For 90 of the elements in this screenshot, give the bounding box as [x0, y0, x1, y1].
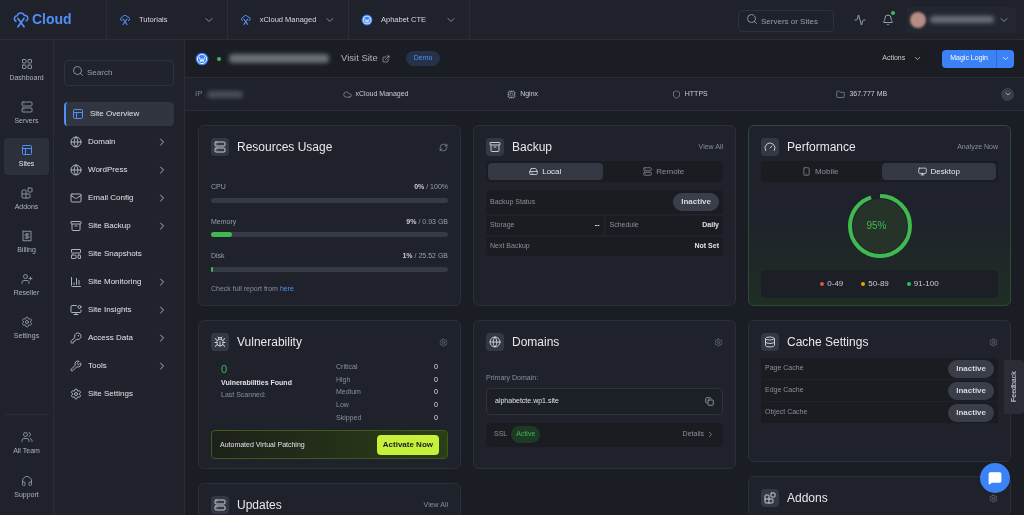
expand-button[interactable]	[1001, 87, 1014, 101]
card-title: Vulnerability	[237, 334, 302, 351]
status-pill: Inactive	[948, 381, 994, 400]
site-nav-item[interactable]: Domain	[64, 129, 174, 154]
chevron-down-icon	[913, 54, 923, 63]
activity-icon[interactable]	[854, 13, 866, 26]
score-text: 95%	[866, 220, 887, 232]
legend-label: 0-49	[827, 278, 844, 290]
legend-label: 50-89	[868, 278, 889, 290]
magic-login-menu-button[interactable]	[996, 49, 1014, 68]
monitor-icon	[70, 303, 82, 316]
site-nav-item[interactable]: Site Monitoring	[64, 269, 174, 294]
mail-icon	[70, 191, 82, 204]
settings-icon	[20, 315, 33, 328]
backup-tab[interactable]: Remote	[606, 163, 721, 180]
device-tab[interactable]: Mobile	[763, 163, 878, 180]
card-title: Performance	[787, 139, 856, 156]
wordpress-icon	[195, 51, 209, 66]
hard-drive-icon	[529, 167, 539, 176]
chevron-down-icon	[1003, 90, 1012, 98]
chat-icon	[988, 471, 1002, 485]
search-icon	[72, 65, 84, 77]
server-icon	[643, 167, 653, 176]
visit-site-link[interactable]: Visit Site	[341, 51, 390, 66]
card-title: Addons	[787, 490, 828, 507]
server-icon	[20, 100, 33, 113]
site-nav-item[interactable]: Site Overview	[64, 101, 174, 126]
blurred-user-name	[930, 16, 994, 23]
chevron-down-icon	[1001, 54, 1010, 63]
headphones-icon	[20, 475, 33, 488]
phone-icon	[801, 167, 811, 176]
card-title: Backup	[512, 139, 553, 156]
card-title: Domains	[512, 334, 560, 351]
archive-icon	[70, 219, 82, 232]
legend-label: 91-100	[913, 278, 939, 290]
shield-icon	[671, 89, 681, 99]
site-nav-item[interactable]: Email Config	[64, 185, 174, 210]
users-icon	[20, 431, 33, 444]
servers-search-field[interactable]: Servers or Sites	[738, 10, 834, 33]
window-icon	[72, 107, 84, 120]
status-pill: Inactive	[673, 193, 719, 211]
user-menu[interactable]	[906, 6, 1016, 33]
site-nav-item[interactable]: Access Data	[64, 325, 174, 350]
folder-icon	[836, 89, 846, 99]
window-icon	[20, 143, 33, 156]
status-pill: Inactive	[948, 403, 994, 422]
brand-name: Cloud	[32, 10, 72, 29]
globe-icon	[70, 135, 82, 148]
card-title: Cache Settings	[787, 334, 869, 351]
blurred-ip-address	[206, 90, 243, 98]
ip-label: IP	[195, 88, 203, 100]
device-tab[interactable]: Desktop	[881, 163, 996, 180]
activate-now-button[interactable]: Activate Now	[376, 434, 439, 455]
grid-icon	[20, 57, 33, 70]
monitor-icon	[917, 167, 927, 176]
chip-icon	[507, 89, 517, 99]
site-nav-item[interactable]: Tools	[64, 353, 174, 378]
user-plus-icon	[20, 272, 33, 285]
card-title: Updates	[237, 497, 282, 514]
backup-tab[interactable]: Local	[488, 163, 603, 180]
copy-icon[interactable]	[705, 396, 714, 406]
receipt-icon	[20, 229, 33, 242]
refresh-icon[interactable]	[439, 142, 448, 152]
wordpress-icon	[361, 13, 373, 26]
settings-icon	[70, 387, 82, 400]
chat-button[interactable]	[980, 463, 1010, 493]
external-link-icon	[381, 54, 390, 63]
site-nav-item[interactable]: Site Insights	[64, 297, 174, 322]
globe-icon	[70, 163, 82, 176]
cloud-x-logo-icon	[119, 13, 131, 26]
avatar	[910, 11, 926, 28]
key-icon	[70, 331, 82, 344]
card-title: Resources Usage	[237, 139, 333, 156]
wrench-icon	[70, 359, 82, 372]
site-nav-item[interactable]: Site Snapshots	[64, 241, 174, 266]
chevron-right-icon	[706, 430, 715, 439]
vulnerability-count: 0	[221, 362, 229, 377]
cloud-x-logo-icon	[12, 10, 30, 29]
cloud-x-logo-icon	[240, 13, 252, 26]
site-nav-item[interactable]: Site Backup	[64, 213, 174, 238]
cloud-icon	[342, 89, 352, 99]
status-pill: Inactive	[948, 359, 994, 378]
notifications-bell-icon[interactable]	[882, 13, 894, 26]
site-nav-item[interactable]: WordPress	[64, 157, 174, 182]
bar-chart-icon	[70, 275, 82, 288]
site-nav-item[interactable]: Site Settings	[64, 381, 174, 406]
blocks-icon	[20, 186, 33, 199]
nav-search-field[interactable]: Search	[64, 59, 174, 86]
search-icon	[746, 12, 758, 25]
layout-icon	[70, 247, 82, 260]
